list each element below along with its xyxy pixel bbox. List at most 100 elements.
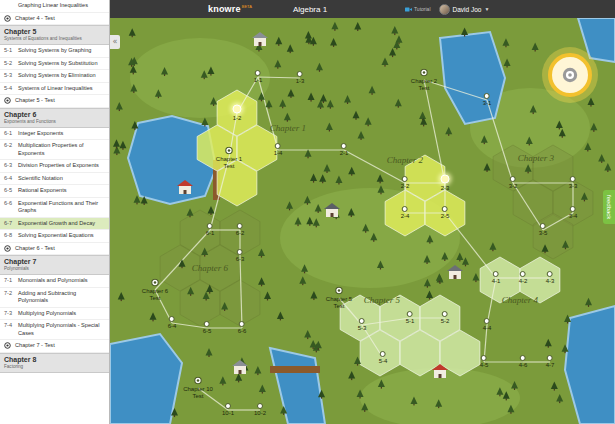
node-label: 3-4: [569, 213, 578, 220]
lesson-node[interactable]: 4-6: [519, 355, 528, 369]
chapter-label: Chapter 4: [502, 295, 538, 305]
node-label: 2-1: [340, 150, 349, 157]
chapter-header[interactable]: Chapter 8Factoring: [0, 353, 109, 373]
sidebar-item[interactable]: 5-4Systems of Linear Inequalities: [0, 83, 109, 96]
sidebar-item[interactable]: 6-1Integer Exponents: [0, 128, 109, 141]
chapter-header[interactable]: Chapter 7Polynomials: [0, 255, 109, 275]
lesson-node[interactable]: 1-2: [233, 105, 242, 122]
course-map[interactable]: Chapter 1Chapter 2Chapter 3Chapter 4Chap…: [110, 18, 615, 424]
lesson-node[interactable]: 5-1: [406, 311, 415, 325]
lesson-node[interactable]: 5-4: [379, 351, 388, 365]
sidebar-item[interactable]: 6-6Exponential Functions and Their Graph…: [0, 198, 109, 218]
lesson-node[interactable]: 10-1: [222, 403, 234, 417]
lesson-node[interactable]: 6-4: [168, 316, 177, 330]
node-label: 4-6: [519, 362, 528, 369]
target-icon: [420, 69, 428, 77]
sidebar-item[interactable]: 6-5Rational Exponents: [0, 185, 109, 198]
test-item[interactable]: Chapter 6 - Test: [0, 243, 109, 256]
sidebar-item[interactable]: 5-1Solving Systems by Graphing: [0, 45, 109, 58]
lesson-node[interactable]: 5-2: [441, 311, 450, 325]
lesson-node[interactable]: 6-3: [236, 249, 245, 263]
sidebar-item[interactable]: 7-2Adding and Subtracting Polynomials: [0, 288, 109, 308]
node-pin: [169, 316, 175, 322]
sidebar-item[interactable]: 5-2Solving Systems by Substitution: [0, 58, 109, 71]
lesson-node[interactable]: 4-3: [546, 271, 555, 285]
lesson-title: Scientific Notation: [18, 175, 107, 183]
lesson-node[interactable]: 3-3: [569, 176, 578, 190]
target-icon: [194, 377, 202, 385]
lesson-node[interactable]: 2-1: [340, 143, 349, 157]
feedback-tab[interactable]: feedback: [603, 190, 615, 224]
chapter-title: Chapter 8: [4, 356, 105, 364]
test-node[interactable]: Chapter 2 Test: [407, 69, 441, 92]
chapter-header[interactable]: Chapter 5Systems of Equations and Inequa…: [0, 25, 109, 45]
lesson-code: 5-4: [4, 85, 18, 93]
lesson-node[interactable]: 4-2: [519, 271, 528, 285]
sidebar-item[interactable]: 6-8Solving Exponential Equations: [0, 230, 109, 243]
test-node[interactable]: Chapter 6 Test: [138, 279, 172, 302]
sidebar-item[interactable]: 6-7Exponential Growth and Decay: [0, 218, 109, 231]
lesson-node[interactable]: 4-7: [546, 355, 555, 369]
lesson-code: 7-2: [4, 290, 18, 305]
sidebar-item[interactable]: 7-1Monomials and Polynomials: [0, 275, 109, 288]
node-label: Chapter 5 Test: [322, 296, 356, 310]
lesson-node[interactable]: 6-6: [238, 321, 247, 335]
lesson-node[interactable]: 10-2: [254, 403, 266, 417]
sidebar-item[interactable]: 6-2Multiplication Properties of Exponent…: [0, 140, 109, 160]
lesson-title: Graphing Linear Inequalities: [18, 2, 107, 10]
sidebar-item[interactable]: 7-3Multiplying Polynomials: [0, 308, 109, 321]
lesson-title: Solving Systems by Elimination: [18, 72, 107, 80]
test-node[interactable]: Chapter 5 Test: [322, 287, 356, 310]
test-title: Chapter 7 - Test: [15, 342, 55, 350]
lesson-node[interactable]: 3-4: [569, 206, 578, 220]
tutorial-button[interactable]: Tutorial: [405, 6, 431, 12]
lesson-node[interactable]: 1-4: [274, 143, 283, 157]
chapter-label: Chapter 6: [192, 263, 228, 273]
node-label: 4-5: [480, 362, 489, 369]
lesson-node[interactable]: 2-2: [401, 176, 410, 190]
overview-button[interactable]: [548, 53, 592, 97]
beta-badge: BETA: [242, 4, 252, 9]
chapter-title: Chapter 5: [4, 28, 105, 36]
sidebar-item[interactable]: Graphing Linear Inequalities: [0, 0, 109, 13]
lesson-node[interactable]: 5-3: [358, 318, 367, 332]
sidebar-item[interactable]: 7-4Multiplying Polynomials - Special Cas…: [0, 320, 109, 340]
lesson-code: 6-2: [4, 142, 18, 157]
chapter-label: Chapter 2: [387, 155, 423, 165]
lesson-node[interactable]: 6-1: [206, 223, 215, 237]
test-node[interactable]: Chapter 10 Test: [181, 377, 215, 400]
sidebar-item[interactable]: 6-3Division Properties of Exponents: [0, 160, 109, 173]
lesson-node[interactable]: 6-2: [236, 223, 245, 237]
lesson-node[interactable]: 3-2: [509, 176, 518, 190]
lesson-node[interactable]: 4-1: [492, 271, 501, 285]
lesson-node[interactable]: 3-1: [483, 93, 492, 107]
test-item[interactable]: Chapter 5 - Test: [0, 95, 109, 108]
lesson-node[interactable]: 2-3: [441, 175, 450, 192]
logo[interactable]: knowreBETA: [110, 4, 282, 14]
lesson-node[interactable]: 6-5: [203, 321, 212, 335]
collapse-button[interactable]: «: [110, 35, 120, 49]
test-item[interactable]: Chapter 7 - Test: [0, 340, 109, 353]
node-pin: [237, 223, 243, 229]
lesson-node[interactable]: 4-5: [480, 355, 489, 369]
chapter-header[interactable]: Chapter 6Exponents and Functions: [0, 108, 109, 128]
lesson-title: Exponential Growth and Decay: [18, 220, 107, 228]
target-icon: [4, 245, 11, 252]
sidebar-item[interactable]: 6-4Scientific Notation: [0, 173, 109, 186]
node-label: 2-3: [441, 185, 450, 192]
lesson-node[interactable]: 1-1: [254, 70, 263, 84]
sidebar-item[interactable]: 5-3Solving Systems by Elimination: [0, 70, 109, 83]
lesson-node[interactable]: 2-5: [441, 206, 450, 220]
paths: [155, 77, 573, 410]
test-item[interactable]: Chapter 4 - Test: [0, 13, 109, 26]
node-label: Chapter 2 Test: [407, 78, 441, 92]
overview-icon: [561, 66, 579, 84]
lesson-node[interactable]: 2-4: [401, 206, 410, 220]
node-pin: [402, 206, 408, 212]
lesson-node[interactable]: 4-4: [483, 318, 492, 332]
user-menu[interactable]: David Joo▼: [439, 4, 490, 15]
lesson-node[interactable]: 1-3: [296, 71, 305, 85]
node-label: 4-4: [483, 325, 492, 332]
test-node[interactable]: Chapter 1 Test: [212, 147, 246, 170]
lesson-node[interactable]: 3-5: [539, 223, 548, 237]
